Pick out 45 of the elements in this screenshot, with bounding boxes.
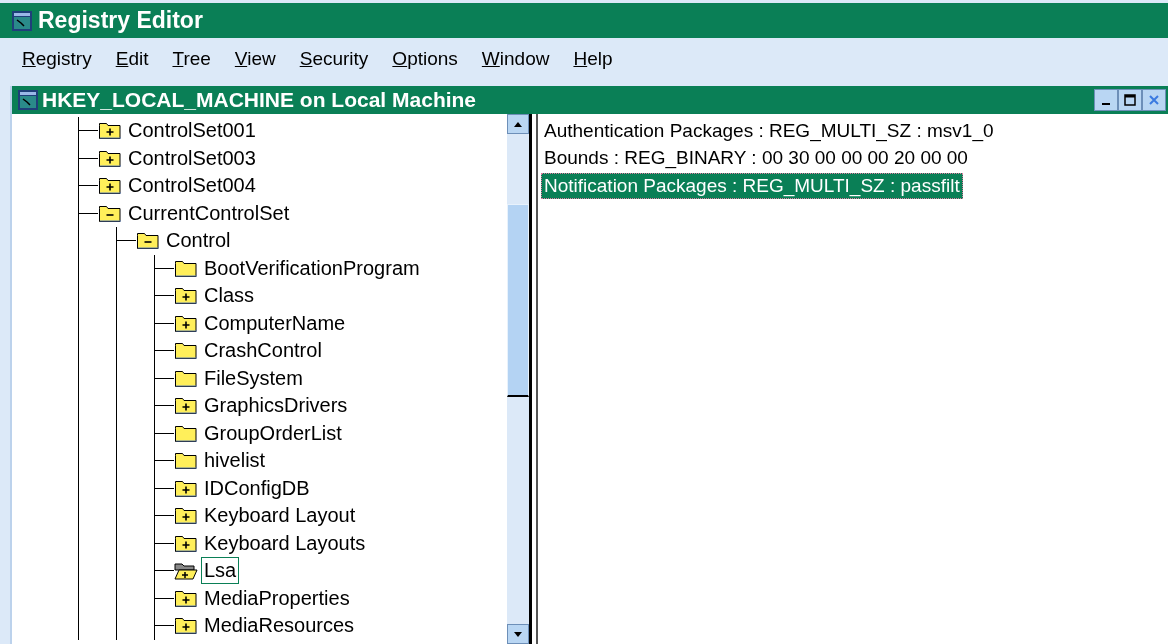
scrollbar[interactable] [507, 114, 532, 644]
registry-key[interactable]: Class [201, 282, 257, 310]
app-icon [18, 90, 38, 110]
registry-key[interactable]: ComputerName [201, 309, 349, 337]
menu-item[interactable]: Options [392, 48, 458, 70]
menu-item[interactable]: Window [481, 48, 550, 70]
registry-key[interactable]: ControlSet004 [125, 172, 259, 200]
registry-key[interactable]: FileSystem [201, 364, 306, 392]
down-arrow-icon [514, 631, 522, 637]
menu-item[interactable]: View [234, 48, 276, 70]
registry-key[interactable]: MediaResources [201, 612, 358, 640]
registry-key[interactable]: CurrentControlSet [125, 199, 293, 227]
up-arrow-icon [514, 121, 522, 127]
window-title: Registry Editor [38, 7, 203, 34]
registry-key[interactable]: Keyboard Layout [201, 502, 359, 530]
scroll-thumb[interactable] [507, 204, 529, 397]
menu-item[interactable]: Edit [115, 48, 149, 70]
maximize-icon [1124, 94, 1136, 106]
maximize-button[interactable] [1118, 89, 1142, 111]
registry-key[interactable]: hivelist [201, 447, 269, 475]
menu-item[interactable]: Help [573, 48, 613, 70]
registry-key[interactable]: GroupOrderList [201, 419, 345, 447]
registry-key[interactable]: ControlSet003 [125, 144, 259, 172]
menu-item[interactable]: Registry [22, 48, 92, 70]
app-icon [12, 10, 32, 31]
registry-key[interactable]: Keyboard Layouts [201, 529, 369, 557]
registry-key[interactable]: CrashControl [201, 337, 325, 365]
registry-key[interactable]: IDConfigDB [201, 474, 313, 502]
registry-value[interactable]: Bounds : REG_BINARY : 00 30 00 00 00 20 00 00 [541, 145, 971, 172]
registry-key[interactable]: Control [163, 227, 234, 255]
minimize-icon [1102, 103, 1110, 105]
registry-value[interactable]: Authentication Packages : REG_MULTI_SZ : msv1_0 [541, 117, 997, 144]
registry-key[interactable]: Lsa [201, 557, 240, 585]
registry-key[interactable]: ControlSet001 [125, 117, 259, 145]
menu-item[interactable]: Security [299, 48, 369, 70]
scroll-up-button[interactable] [507, 114, 529, 134]
registry-key[interactable]: BootVerificationProgram [201, 254, 423, 282]
scroll-down-button[interactable] [507, 624, 529, 644]
registry-key[interactable]: GraphicsDrivers [201, 392, 351, 420]
child-window-title: HKEY_LOCAL_MACHINE on Local Machine [42, 88, 478, 112]
close-icon [1148, 94, 1160, 106]
registry-value[interactable]: Notification Packages : REG_MULTI_SZ : passfilt [541, 172, 963, 199]
registry-key[interactable]: MediaProperties [201, 584, 353, 612]
menu-item[interactable]: Tree [172, 48, 211, 70]
minimize-button[interactable] [1094, 89, 1118, 111]
